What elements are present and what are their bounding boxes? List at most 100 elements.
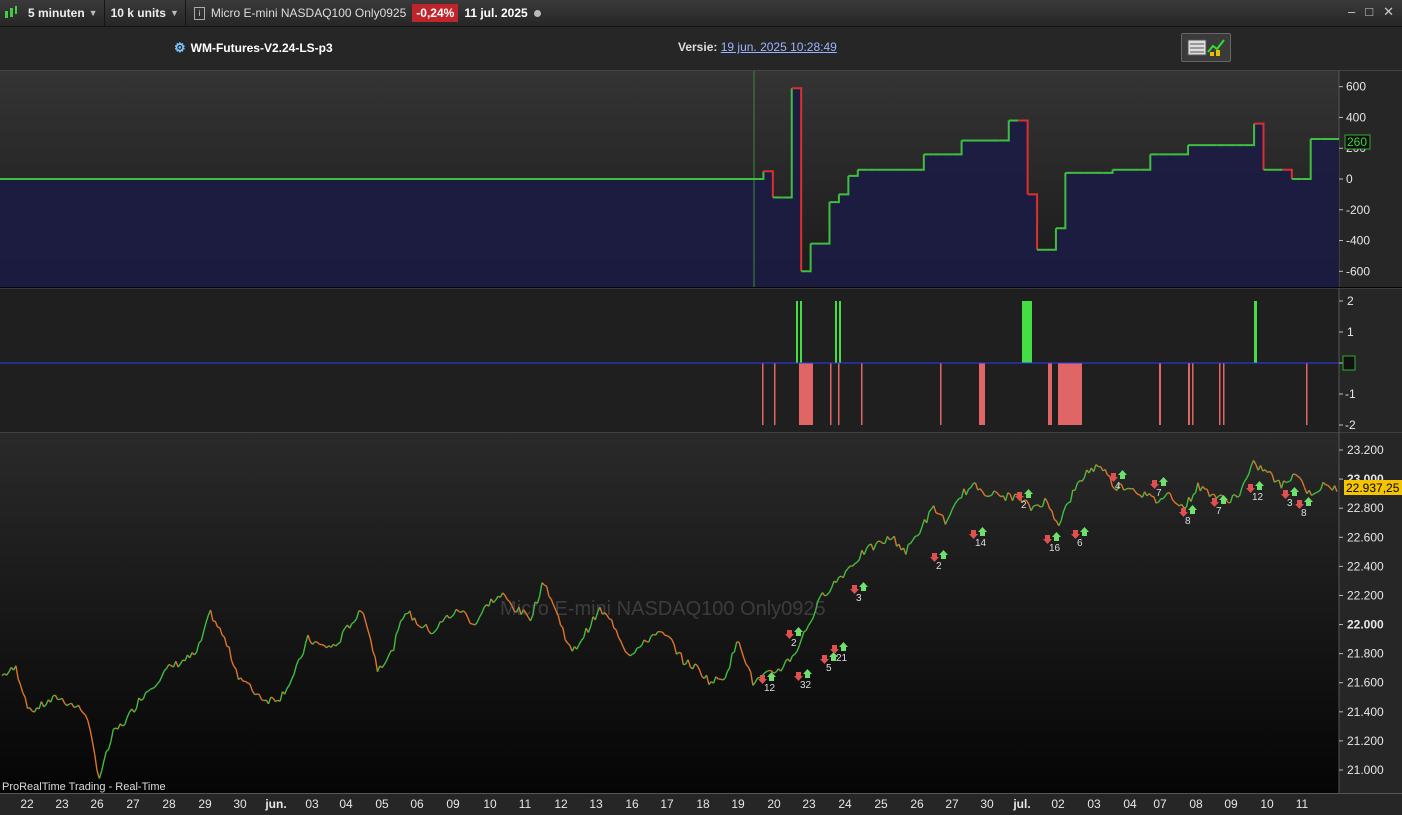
x-tick-label: 13 — [589, 797, 602, 811]
x-tick-label: 16 — [625, 797, 638, 811]
y-tick-label: 22.000 — [1347, 618, 1384, 632]
x-tick-label: 11 — [1296, 797, 1308, 811]
y-tick-label: 22.800 — [1347, 501, 1384, 515]
maximize-icon[interactable]: □ — [1365, 4, 1373, 20]
x-tick-label: 02 — [1051, 797, 1064, 811]
price-segment — [989, 495, 991, 496]
position-zero-box — [1343, 356, 1355, 370]
price-segment — [1286, 482, 1288, 483]
instrument-name[interactable]: Micro E-mini NASDAQ100 Only0925 — [211, 6, 406, 20]
minimize-icon[interactable]: – — [1348, 4, 1355, 20]
price-segment — [248, 683, 250, 684]
price-segment — [890, 539, 892, 540]
x-tick-label: 27 — [945, 797, 958, 811]
y-tick-label: -2 — [1345, 418, 1356, 432]
short-position-bar — [774, 363, 776, 425]
short-position-bar — [830, 363, 832, 425]
long-position-bar — [800, 301, 802, 363]
short-position-bar — [1188, 363, 1190, 425]
strategy-name: WM-Futures-V2.24-LS-p3 — [191, 41, 333, 55]
short-position-bar — [979, 363, 985, 425]
y-tick-label: 600 — [1346, 80, 1366, 94]
y-tick-label: 1 — [1347, 325, 1354, 339]
positions-panel[interactable]: 210-1-2 — [0, 288, 1402, 432]
short-position-bar — [1306, 363, 1308, 425]
price-segment — [1015, 494, 1017, 495]
price-segment — [1033, 505, 1035, 506]
short-position-bar — [1223, 363, 1225, 425]
strategy-header: ⚙ WM-Futures-V2.24-LS-p3 Versie: 19 jun.… — [0, 27, 1402, 71]
long-position-bar — [1254, 301, 1257, 363]
price-segment — [936, 513, 938, 514]
x-tick-label: 09 — [446, 797, 459, 811]
backtest-report-button[interactable] — [1181, 33, 1231, 62]
x-tick-label: 10 — [483, 797, 496, 811]
long-position-bar — [835, 301, 837, 363]
trade-count-label: 32 — [800, 680, 812, 691]
price-segment — [322, 645, 324, 646]
price-segment — [1168, 493, 1170, 494]
version-date-link[interactable]: 19 jun. 2025 10:28:49 — [721, 40, 837, 54]
long-position-bar — [1022, 301, 1032, 363]
x-tick-label: 26 — [90, 797, 103, 811]
y-tick-label: 21.200 — [1347, 734, 1384, 748]
platform-footer: ProRealTime Trading - Real-Time — [2, 781, 166, 793]
x-tick-label: 30 — [233, 797, 246, 811]
short-position-bar — [1048, 363, 1052, 425]
short-position-bar — [762, 363, 764, 425]
long-position-bar — [839, 301, 841, 363]
y-tick-label: -600 — [1346, 264, 1370, 278]
candlestick-icon[interactable] — [0, 0, 22, 26]
y-tick-label: 2 — [1347, 294, 1354, 308]
trade-count-label: 4 — [1115, 481, 1121, 492]
price-segment — [632, 653, 634, 654]
y-tick-label: 21.600 — [1347, 676, 1384, 690]
x-tick-label: 04 — [339, 797, 352, 811]
units-select[interactable]: 10 k units ▼ — [105, 0, 186, 26]
strategy-title[interactable]: ⚙ WM-Futures-V2.24-LS-p3 — [174, 40, 333, 56]
x-tick-label: 29 — [198, 797, 211, 811]
price-segment — [1138, 494, 1140, 495]
price-segment — [994, 491, 996, 492]
y-tick-label: 22.400 — [1347, 559, 1384, 573]
trade-count-label: 2 — [1021, 500, 1027, 511]
y-tick-label: 21.800 — [1347, 647, 1384, 661]
x-tick-label: 23 — [55, 797, 68, 811]
x-tick-label: 19 — [731, 797, 744, 811]
price-segment — [1152, 496, 1154, 497]
x-tick-label: 07 — [1153, 797, 1166, 811]
x-tick-label: 03 — [305, 797, 318, 811]
x-tick-label: jun. — [265, 797, 286, 811]
y-tick-label: 22.200 — [1347, 588, 1384, 602]
price-segment — [1184, 507, 1186, 508]
price-segment — [985, 495, 987, 496]
x-tick-label: 09 — [1224, 797, 1237, 811]
price-segment — [262, 700, 264, 701]
close-icon[interactable]: ✕ — [1383, 4, 1394, 20]
timeframe-select[interactable]: 5 minuten ▼ — [22, 0, 105, 26]
price-segment — [908, 543, 910, 544]
trade-count-label: 2 — [936, 561, 942, 572]
trade-count-label: 12 — [764, 683, 776, 694]
y-tick-label: 0 — [1346, 172, 1353, 186]
x-tick-label: 12 — [554, 797, 567, 811]
x-tick-label: 05 — [375, 797, 388, 811]
price-segment — [1040, 506, 1042, 507]
info-icon[interactable]: i — [194, 7, 205, 20]
x-tick-label: 25 — [874, 797, 887, 811]
price-segment — [1288, 481, 1290, 482]
price-segment — [720, 679, 722, 680]
equity-curve-chart: 6004002000-200-400-600 260 — [0, 71, 1402, 287]
last-price-value: 22.937,25 — [1346, 481, 1400, 495]
trade-count-label: 14 — [975, 538, 987, 549]
price-segment — [1316, 492, 1318, 493]
y-tick-label: -1 — [1345, 387, 1356, 401]
change-badge: -0,24% — [412, 4, 458, 22]
report-chart-icon — [1182, 34, 1230, 61]
price-segment — [1124, 489, 1126, 490]
long-position-bar — [796, 301, 798, 363]
equity-curve-panel[interactable]: 6004002000-200-400-600 260 — [0, 71, 1402, 287]
equity-last-value: 260 — [1347, 135, 1367, 149]
trade-count-label: 7 — [1216, 506, 1222, 517]
time-axis[interactable]: 22232627282930jun.0304050609101112131617… — [0, 793, 1402, 815]
